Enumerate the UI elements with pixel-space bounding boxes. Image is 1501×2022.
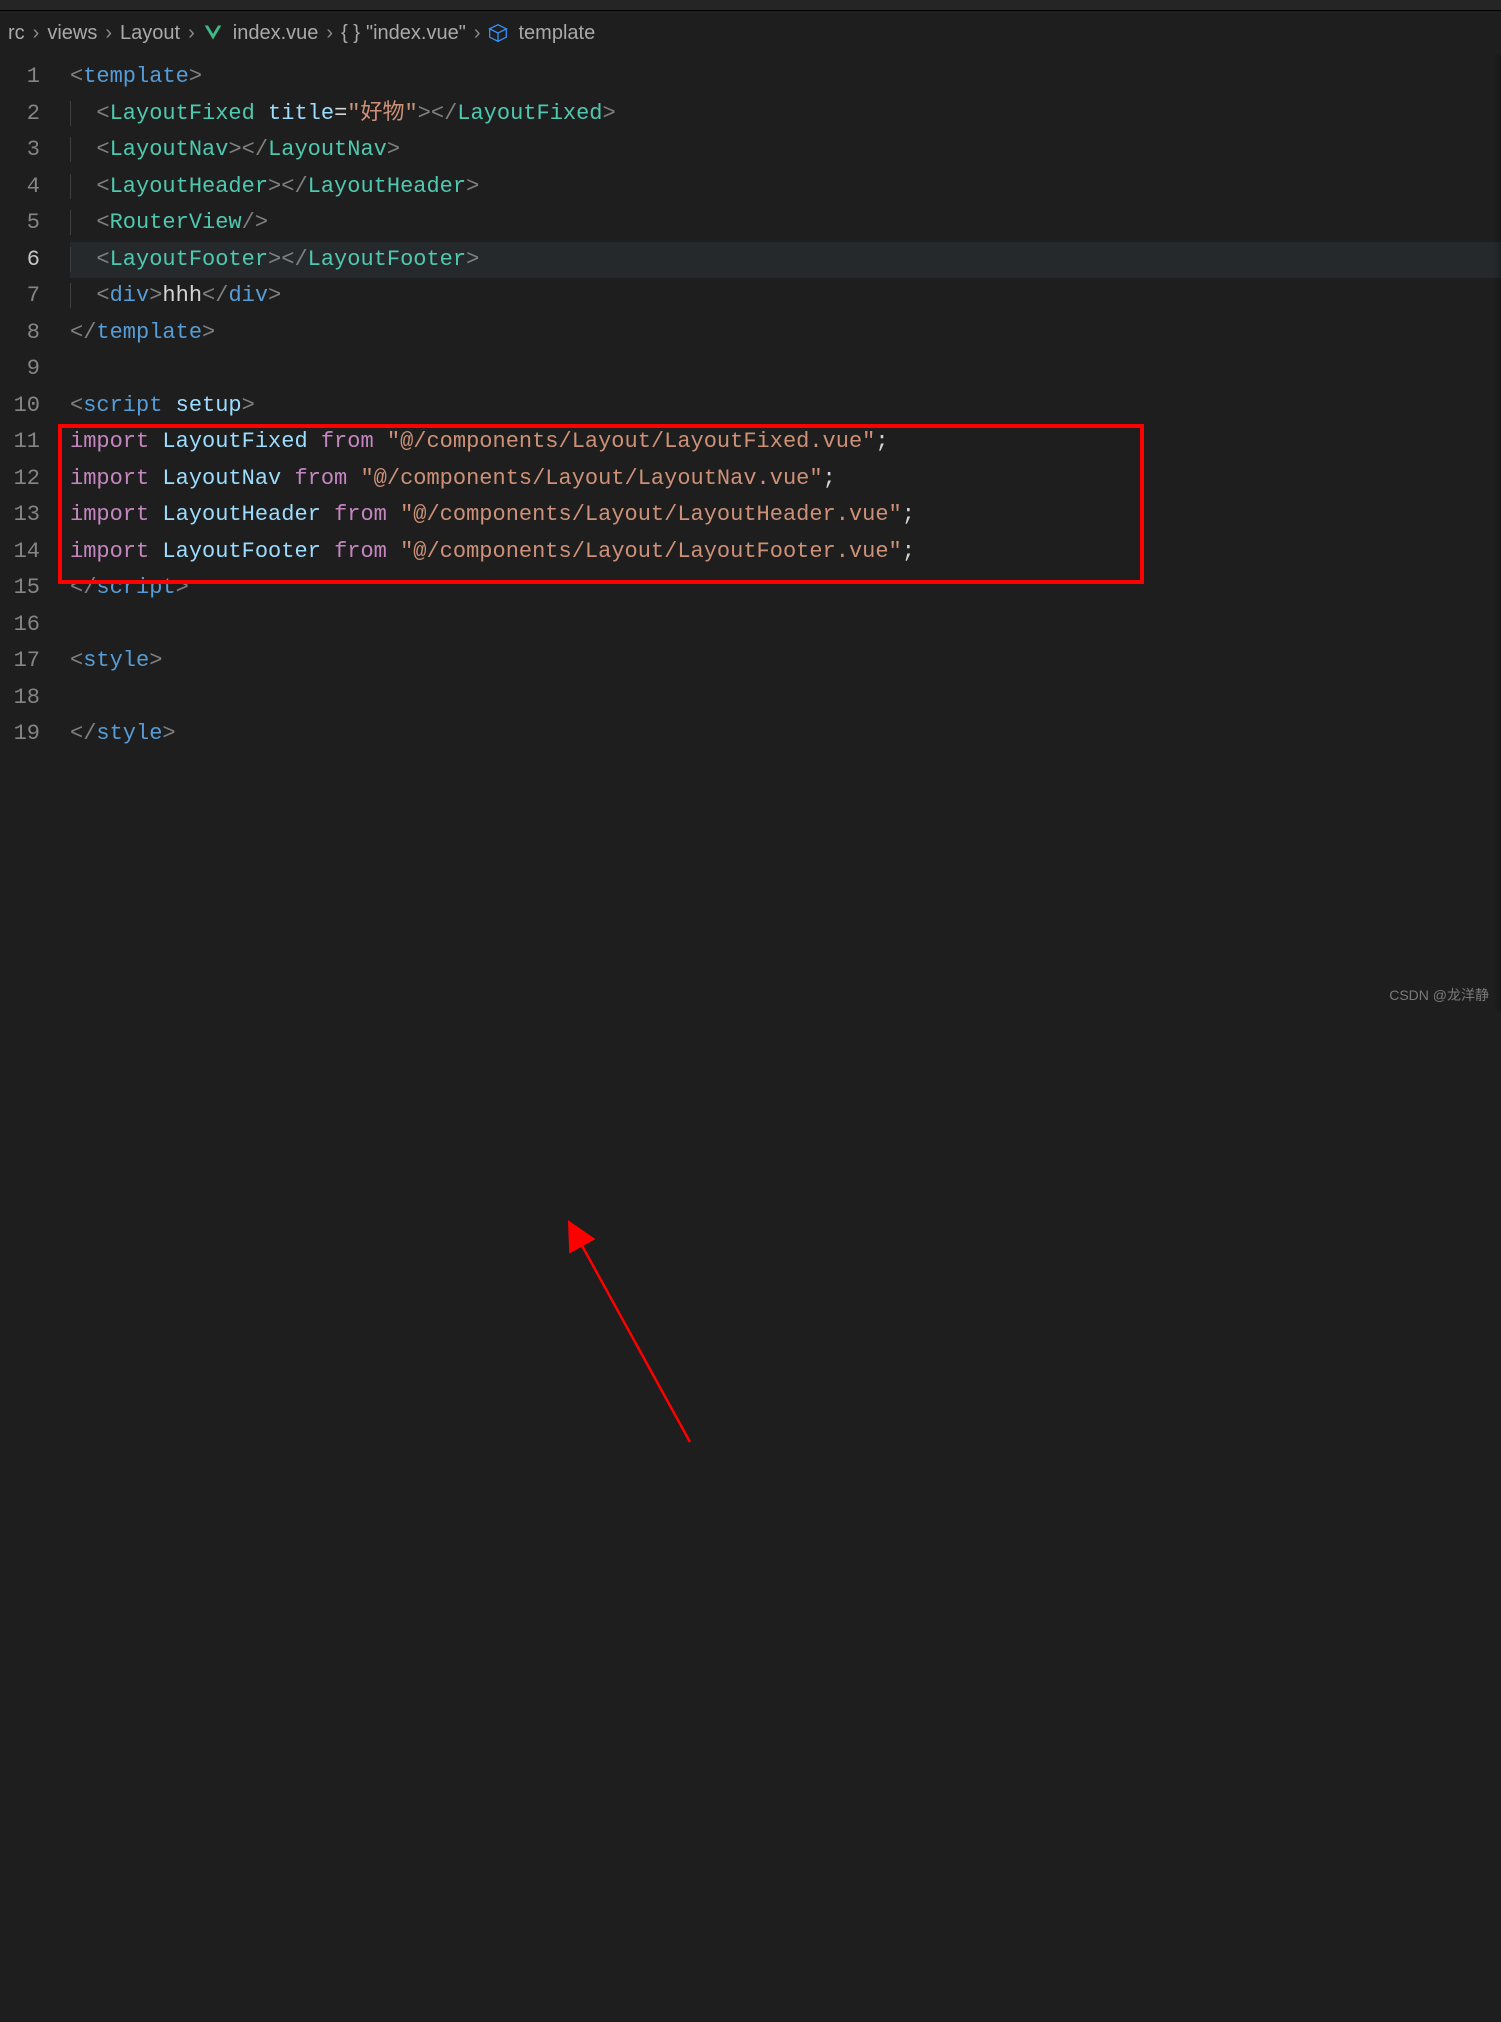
line-number: 5: [0, 205, 70, 242]
code-line[interactable]: </style>: [70, 716, 1501, 753]
line-number: 19: [0, 716, 70, 753]
braces-icon: { }: [341, 22, 360, 45]
crumb-rc[interactable]: rc: [8, 22, 25, 45]
vue-icon: [203, 22, 227, 45]
code-content[interactable]: <template> <LayoutFixed title="好物"></Lay…: [70, 55, 1501, 1012]
chevron-right-icon: ›: [103, 22, 114, 45]
line-number: 11: [0, 424, 70, 461]
line-number: 7: [0, 278, 70, 315]
line-number: 2: [0, 96, 70, 133]
code-line[interactable]: <style>: [70, 643, 1501, 680]
line-number: 3: [0, 132, 70, 169]
crumb-symbol-file[interactable]: "index.vue": [366, 22, 466, 45]
code-line[interactable]: <RouterView/>: [70, 205, 1501, 242]
line-number: 14: [0, 534, 70, 571]
code-line[interactable]: [70, 680, 1501, 717]
code-line[interactable]: [70, 351, 1501, 388]
crumb-views[interactable]: views: [47, 22, 97, 45]
template-icon: [488, 22, 512, 45]
chevron-right-icon: ›: [31, 22, 42, 45]
annotation-arrow: [0, 1012, 1501, 2022]
line-number: 9: [0, 351, 70, 388]
watermark: CSDN @龙洋静: [1389, 985, 1489, 1005]
editor[interactable]: 12345678910111213141516171819 <template>…: [0, 55, 1501, 1012]
chevron-right-icon: ›: [324, 22, 335, 45]
chevron-right-icon: ›: [186, 22, 197, 45]
code-line[interactable]: <div>hhh</div>: [70, 278, 1501, 315]
line-number: 16: [0, 607, 70, 644]
code-line[interactable]: [70, 607, 1501, 644]
line-number: 12: [0, 461, 70, 498]
crumb-symbol-template[interactable]: template: [518, 22, 595, 45]
code-line[interactable]: <template>: [70, 59, 1501, 96]
chevron-right-icon: ›: [472, 22, 483, 45]
line-number: 18: [0, 680, 70, 717]
breadcrumb[interactable]: rc › views › Layout › index.vue › { } "i…: [0, 11, 1501, 55]
code-line[interactable]: <LayoutFooter></LayoutFooter>: [70, 242, 1501, 279]
crumb-layout[interactable]: Layout: [120, 22, 180, 45]
code-line[interactable]: import LayoutHeader from "@/components/L…: [70, 497, 1501, 534]
code-line[interactable]: import LayoutFooter from "@/components/L…: [70, 534, 1501, 571]
tab-bar: [0, 0, 1501, 11]
line-number: 10: [0, 388, 70, 425]
code-line[interactable]: <script setup>: [70, 388, 1501, 425]
code-line[interactable]: import LayoutFixed from "@/components/La…: [70, 424, 1501, 461]
code-line[interactable]: import LayoutNav from "@/components/Layo…: [70, 461, 1501, 498]
crumb-file[interactable]: index.vue: [233, 22, 319, 45]
line-number: 13: [0, 497, 70, 534]
minimap-shadow: [1493, 54, 1501, 1011]
line-number: 1: [0, 59, 70, 96]
line-number-gutter: 12345678910111213141516171819: [0, 55, 70, 1012]
line-number: 4: [0, 169, 70, 206]
code-line[interactable]: <LayoutNav></LayoutNav>: [70, 132, 1501, 169]
line-number: 8: [0, 315, 70, 352]
code-line[interactable]: </script>: [70, 570, 1501, 607]
code-line[interactable]: <LayoutHeader></LayoutHeader>: [70, 169, 1501, 206]
code-line[interactable]: <LayoutFixed title="好物"></LayoutFixed>: [70, 96, 1501, 133]
line-number: 15: [0, 570, 70, 607]
code-line[interactable]: </template>: [70, 315, 1501, 352]
line-number: 6: [0, 242, 70, 279]
line-number: 17: [0, 643, 70, 680]
